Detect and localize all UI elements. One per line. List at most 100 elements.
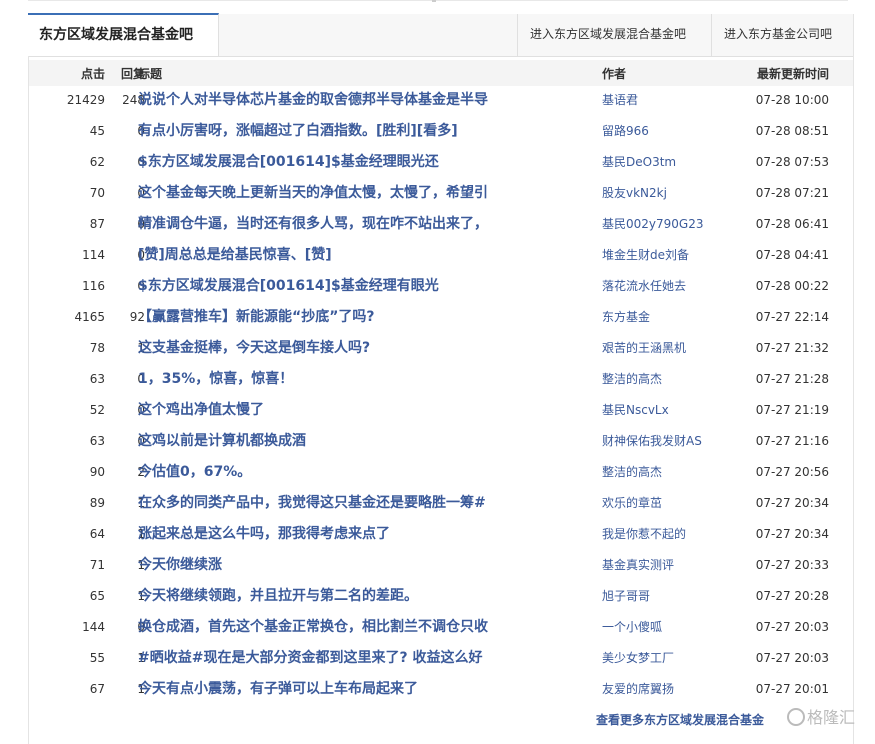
table-row: 62 0 $东方区域发展混合[001614]$基金经理眼光还 基民DeO3tm 07-2… [29,148,853,179]
post-title-link[interactable]: 这个鸡出净值太慢了 [138,396,264,424]
post-clicks: 55 [89,651,105,665]
post-time: 07-27 20:34 [755,496,829,510]
post-time: 07-27 20:56 [755,465,829,479]
post-author-link[interactable]: 基民002y790G23 [602,210,703,238]
post-time: 07-28 04:41 [755,248,829,262]
post-author-link[interactable]: 整洁的高杰 [602,458,662,486]
post-clicks: 65 [89,589,105,603]
post-author-link[interactable]: 落花流水任她去 [602,272,686,300]
post-list: 21429 248 说说个人对半导体芯片基金的取舍德邦半导体基金是半导 基语君 07-2… [29,86,853,706]
table-row: 116 0 $东方区域发展混合[001614]$基金经理有眼光 落花流水任她去 07-2… [29,272,853,303]
post-title-link[interactable]: 这鸡以前是计算机都换成酒 [138,427,306,455]
table-row: 65 1 今天将继续领跑，并且拉开与第二名的差距。 旭子哥哥 07-27 20:28 [29,582,853,613]
table-header: 点击 回复 标题 作者 最新更新时间 [29,60,853,86]
table-row: 144 0 换仓成酒，首先这个基金正常换仓，相比割兰不调仓只收 一个小傻呱 07-27 … [29,613,853,644]
post-author-link[interactable]: 留路966 [602,117,649,145]
post-title-link[interactable]: 这支基金挺棒，今天这是倒车接人吗? [138,334,370,362]
tab-bar: 东方区域发展混合基金吧 进入东方区域发展混合基金吧 进入东方基金公司吧 [28,13,853,57]
table-row: 63 0 这鸡以前是计算机都换成酒 财神保佑我发财AS 07-27 21:16 [29,427,853,458]
table-row: 78 1 这支基金挺棒，今天这是倒车接人吗? 艰苦的王涵黑机 07-27 21:32 [29,334,853,365]
post-author-link[interactable]: 东方基金 [602,303,650,331]
post-title-link[interactable]: 这个基金每天晚上更新当天的净值太慢，太慢了，希望引 [138,179,488,207]
post-title-link[interactable]: 有点小厉害呀，涨幅超过了白酒指数。[胜利][看多] [138,117,458,145]
post-clicks: 45 [89,124,105,138]
top-divider [28,0,848,1]
post-title-link[interactable]: 精准调仓牛逼，当时还有很多人骂，现在咋不站出来了， [138,210,488,238]
post-title-link[interactable]: $东方区域发展混合[001614]$基金经理有眼光 [138,272,439,300]
post-author-link[interactable]: 美少女梦工厂 [602,644,674,672]
header-author: 作者 [602,67,627,81]
table-row: 87 0 精准调仓牛逼，当时还有很多人骂，现在咋不站出来了， 基民002y790G23… [29,210,853,241]
table-row: 21429 248 说说个人对半导体芯片基金的取舍德邦半导体基金是半导 基语君 07-2… [29,86,853,117]
watermark-text: 格隆汇 [807,708,856,727]
post-author-link[interactable]: 旭子哥哥 [602,582,650,610]
table-row: 4165 92 【赢露营推车】新能源能“抄底”了吗? 东方基金 07-27 22:14 [29,303,853,334]
post-time: 07-27 21:28 [755,372,829,386]
post-time: 07-28 06:41 [755,217,829,231]
post-title-link[interactable]: 今估值0，67%。 [138,458,251,486]
post-title-link[interactable]: 今天有点小震荡，有子弹可以上车布局起来了 [138,675,418,703]
table-row: 64 1 涨起来总是这么牛吗，那我得考虑来点了 我是你惹不起的 07-27 20:34 [29,520,853,551]
post-title-link[interactable]: $东方区域发展混合[001614]$基金经理眼光还 [138,148,439,176]
table-row: 71 1 今天你继续涨 基金真实测评 07-27 20:33 [29,551,853,582]
post-title-link[interactable]: 1，35%，惊喜，惊喜！ [138,365,293,393]
header-updated: 最新更新时间 [756,67,829,81]
post-clicks: 71 [89,558,105,572]
post-time: 07-27 20:34 [755,527,829,541]
post-title-link[interactable]: #晒收益#现在是大部分资金都到这里来了? 收益这么好 [138,644,482,672]
post-clicks: 63 [89,372,105,386]
post-clicks: 114 [82,248,105,262]
post-title-link[interactable]: [赞]周总总是给基民惊喜、[赞] [138,241,332,269]
table-row: 67 1 今天有点小震荡，有子弹可以上车布局起来了 友爱的席翼扬 07-27 20:01 [29,675,853,706]
post-time: 07-28 00:22 [755,279,829,293]
post-time: 07-28 08:51 [755,124,829,138]
top-marker [432,0,436,2]
post-time: 07-27 21:19 [755,403,829,417]
link-enter-company-forum[interactable]: 进入东方基金公司吧 [711,14,853,56]
post-time: 07-28 07:21 [755,186,829,200]
post-clicks: 4165 [74,310,105,324]
table-row: 90 2 今估值0，67%。 整洁的高杰 07-27 20:56 [29,458,853,489]
post-author-link[interactable]: 基金真实测评 [602,551,674,579]
post-title-link[interactable]: 【赢露营推车】新能源能“抄底”了吗? [138,303,375,331]
post-author-link[interactable]: 友爱的席翼扬 [602,675,674,703]
post-author-link[interactable]: 基民NscvLx [602,396,669,424]
table-row: 70 0 这个基金每天晚上更新当天的净值太慢，太慢了，希望引 股友vkN2kj 07-2… [29,179,853,210]
post-clicks: 89 [89,496,105,510]
watermark: 格隆汇 [787,704,855,728]
table-row: 89 1 在众多的同类产品中，我觉得这只基金还是要略胜一筹# 欢乐的章茁 07-27 2… [29,489,853,520]
post-title-link[interactable]: 在众多的同类产品中，我觉得这只基金还是要略胜一筹# [138,489,486,517]
post-title-link[interactable]: 今天你继续涨 [138,551,222,579]
post-author-link[interactable]: 整洁的高杰 [602,365,662,393]
more-posts-link[interactable]: 查看更多东方区域发展混合基金 [596,711,764,728]
post-author-link[interactable]: 财神保佑我发财AS [602,427,702,455]
post-clicks: 116 [82,279,105,293]
post-clicks: 62 [89,155,105,169]
post-time: 07-27 20:01 [755,682,829,696]
post-clicks: 70 [89,186,105,200]
post-author-link[interactable]: 基语君 [602,86,638,114]
post-author-link[interactable]: 股友vkN2kj [602,179,667,207]
post-time: 07-27 21:32 [755,341,829,355]
post-clicks: 63 [89,434,105,448]
post-title-link[interactable]: 今天将继续领跑，并且拉开与第二名的差距。 [138,582,418,610]
tab-active-forum[interactable]: 东方区域发展混合基金吧 [28,13,219,56]
post-title-link[interactable]: 换仓成酒，首先这个基金正常换仓，相比割兰不调仓只收 [138,613,488,641]
post-author-link[interactable]: 堆金生财de刘备 [602,241,689,269]
post-author-link[interactable]: 艰苦的王涵黑机 [602,334,686,362]
post-title-link[interactable]: 说说个人对半导体芯片基金的取舍德邦半导体基金是半导 [138,86,488,114]
post-clicks: 67 [89,682,105,696]
table-row: 55 1 #晒收益#现在是大部分资金都到这里来了? 收益这么好 美少女梦工厂 07-27… [29,644,853,675]
post-author-link[interactable]: 一个小傻呱 [602,613,662,641]
post-time: 07-27 20:03 [755,620,829,634]
post-time: 07-27 20:03 [755,651,829,665]
post-time: 07-27 21:16 [755,434,829,448]
link-enter-fund-forum[interactable]: 进入东方区域发展混合基金吧 [517,14,712,56]
post-title-link[interactable]: 涨起来总是这么牛吗，那我得考虑来点了 [138,520,390,548]
post-author-link[interactable]: 欢乐的章茁 [602,489,662,517]
header-clicks: 点击 [80,67,105,81]
post-author-link[interactable]: 基民DeO3tm [602,148,676,176]
post-author-link[interactable]: 我是你惹不起的 [602,520,686,548]
post-time: 07-27 20:33 [755,558,829,572]
post-time: 07-28 10:00 [755,93,829,107]
